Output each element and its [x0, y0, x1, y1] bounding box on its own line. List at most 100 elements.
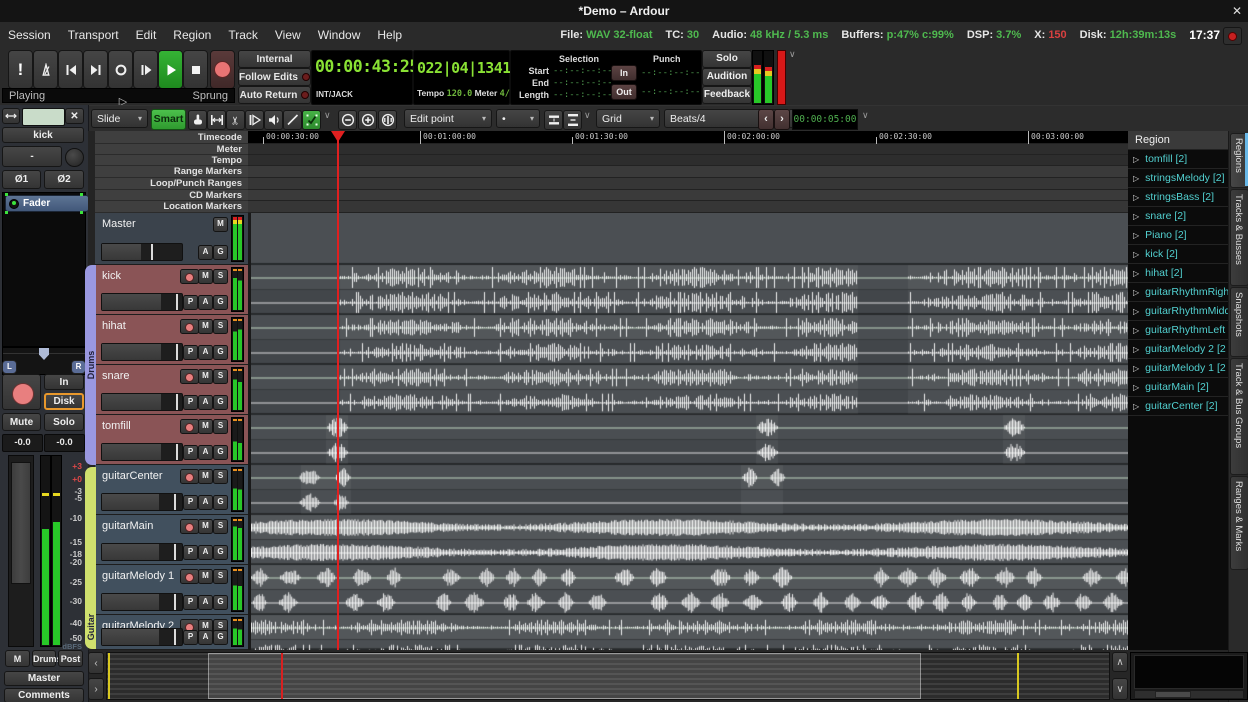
region-list-item[interactable]: ▷hihat [2] [1128, 264, 1228, 283]
track-playlist-button[interactable]: P [183, 630, 198, 645]
smart-mode-button[interactable]: Smart [151, 109, 186, 130]
tab-ranges-marks[interactable]: Ranges & Marks [1230, 476, 1248, 570]
track-header-guitarmain[interactable]: guitarMainSMGAP [95, 515, 248, 565]
zoom-fit-button[interactable] [378, 110, 397, 130]
input-button[interactable]: In [44, 374, 84, 390]
expand-triangle-icon[interactable]: ▷ [1133, 326, 1139, 335]
region-list-item[interactable]: ▷guitarCenter [2] [1128, 397, 1228, 416]
region-list-item[interactable]: ▷kick [2] [1128, 245, 1228, 264]
play-range-button[interactable] [133, 50, 158, 89]
nudge-forward-button[interactable]: › [774, 109, 790, 130]
track-playlist-button[interactable]: P [183, 595, 198, 610]
play-button[interactable] [158, 50, 183, 89]
zoom-out-button[interactable] [338, 110, 357, 130]
track-header-guitarmelody-1[interactable]: guitarMelody 1SMGAP [95, 565, 248, 615]
track-fader[interactable] [101, 593, 183, 611]
region-list-item[interactable]: ▷snare [2] [1128, 207, 1228, 226]
group-tab-drums[interactable]: Drums [85, 265, 96, 465]
expand-triangle-icon[interactable]: ▷ [1133, 174, 1139, 183]
expand-tracks-button[interactable] [563, 110, 582, 130]
track-automation-button[interactable]: A [198, 345, 213, 360]
expand-triangle-icon[interactable]: ▷ [1133, 307, 1139, 316]
ruler-range-markers[interactable] [248, 166, 1128, 178]
track-playlist-button[interactable]: P [183, 495, 198, 510]
solo-button[interactable]: Solo [702, 50, 752, 68]
playhead-marker-icon[interactable] [331, 131, 345, 142]
track-group-button[interactable]: G [213, 595, 228, 610]
summary-scroll-down-button[interactable]: ∨ [1112, 678, 1128, 700]
track-record-button[interactable] [180, 369, 199, 384]
punch-out-button[interactable]: Out [611, 84, 637, 100]
pan-left-button[interactable]: L [2, 360, 17, 374]
expand-triangle-icon[interactable]: ▷ [1133, 212, 1139, 221]
mouse-mode-stretch-button[interactable] [245, 110, 264, 130]
track-header-guitarcenter[interactable]: guitarCenterSMGAP [95, 465, 248, 515]
goto-start-button[interactable] [58, 50, 83, 89]
track-automation-button[interactable]: A [198, 595, 213, 610]
expand-triangle-icon[interactable]: ▷ [1133, 155, 1139, 164]
menu-window[interactable]: Window [318, 28, 361, 42]
strip-width-button[interactable] [2, 108, 20, 124]
midi-panic-button[interactable]: ! [8, 50, 33, 89]
region-list-item[interactable]: ▷stringsBass [2] [1128, 188, 1228, 207]
menu-edit[interactable]: Edit [136, 28, 157, 42]
track-group-button[interactable]: G [213, 245, 228, 260]
scrollbar-thumb[interactable] [1155, 691, 1191, 698]
track-group-button[interactable]: G [213, 630, 228, 645]
region-list-item[interactable]: ▷tomfill [2] [1128, 150, 1228, 169]
track-fader[interactable] [101, 293, 183, 311]
track-header-hihat[interactable]: hihatSMGAP [95, 315, 248, 365]
track-automation-button[interactable]: A [198, 295, 213, 310]
track-solo-button[interactable]: S [213, 569, 228, 584]
track-mute-button[interactable]: M [198, 469, 213, 484]
track-fader[interactable] [101, 628, 183, 646]
track-mute-button[interactable]: M [213, 217, 228, 232]
phase-1-button[interactable]: Ø1 [2, 170, 41, 189]
track-solo-button[interactable]: S [213, 319, 228, 334]
region-list-item[interactable]: ▷guitarRhythmRigh [1128, 283, 1228, 302]
grid-mode-dropdown[interactable]: Grid▾ [596, 109, 660, 128]
expand-triangle-icon[interactable]: ▷ [1133, 250, 1139, 259]
track-mute-button[interactable]: M [198, 569, 213, 584]
pan-handle[interactable] [39, 348, 49, 360]
summary-scroll-left-button[interactable]: ‹ [88, 652, 104, 674]
mouse-mode-range-button[interactable] [207, 110, 226, 130]
ruler-loop-punch-ranges[interactable] [248, 178, 1128, 190]
expand-triangle-icon[interactable]: ▷ [1133, 345, 1139, 354]
track-automation-button[interactable]: A [198, 630, 213, 645]
ruler-label-range-markers[interactable]: Range Markers [95, 166, 248, 178]
auto-return-toggle[interactable]: Auto Return [238, 86, 311, 104]
track-mute-button[interactable]: M [198, 369, 213, 384]
track-record-button[interactable] [180, 569, 199, 584]
track-group-button[interactable]: G [213, 495, 228, 510]
primary-clock[interactable]: 00:00:43:25 INT/JACK [311, 50, 413, 105]
track-record-button[interactable] [180, 519, 199, 534]
strip-tab-drums[interactable]: Drums [32, 650, 56, 667]
ruler-location-markers[interactable] [248, 201, 1128, 213]
solo-button[interactable]: Solo [44, 413, 84, 431]
region-list-item[interactable]: ▷guitarMain [2] [1128, 378, 1228, 397]
disk-button[interactable]: Disk [44, 393, 84, 410]
punch-in-button[interactable]: In [611, 65, 637, 81]
ruler-tempo[interactable] [248, 155, 1128, 166]
metronome-button[interactable] [33, 50, 58, 89]
mouse-mode-grab-button[interactable] [188, 110, 207, 130]
ruler-label-loop-punch-ranges[interactable]: Loop/Punch Ranges [95, 178, 248, 190]
zoom-chevron-icon[interactable]: ∨ [584, 110, 591, 121]
record-indicator-button[interactable] [1223, 27, 1242, 45]
track-playlist-button[interactable]: P [183, 445, 198, 460]
region-list-item[interactable]: ▷Piano [2] [1128, 226, 1228, 245]
expand-triangle-icon[interactable]: ▷ [1133, 193, 1139, 202]
summary-scroll-right-button[interactable]: › [88, 678, 104, 700]
track-automation-button[interactable]: A [198, 395, 213, 410]
track-solo-button[interactable]: S [213, 269, 228, 284]
pan-right-button[interactable]: R [71, 360, 86, 374]
playhead-line[interactable] [337, 131, 339, 650]
ruler-label-cd-markers[interactable]: CD Markers [95, 190, 248, 201]
feedback-button[interactable]: Feedback [702, 86, 752, 104]
strip-name-field[interactable] [22, 108, 65, 126]
phase-2-button[interactable]: Ø2 [44, 170, 84, 189]
track-mute-button[interactable]: M [198, 519, 213, 534]
track-playlist-button[interactable]: P [183, 545, 198, 560]
summary-overview[interactable] [106, 652, 1110, 700]
